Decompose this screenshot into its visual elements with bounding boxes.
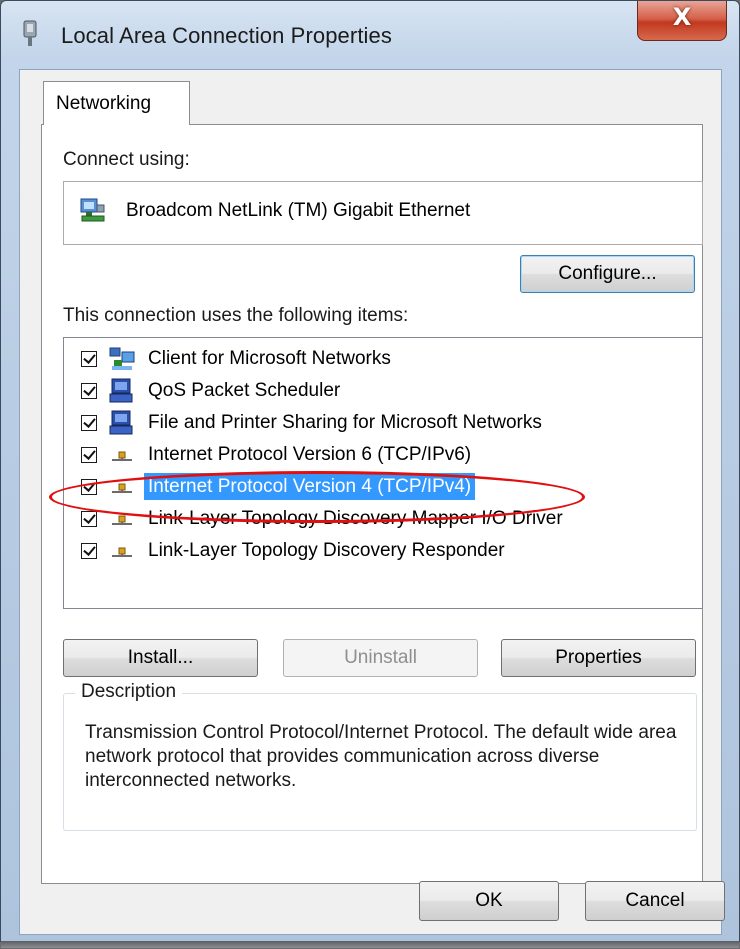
item-label: Link-Layer Topology Discovery Responder [148,540,505,561]
item-checkbox[interactable] [81,383,97,399]
items-label: This connection uses the following items… [63,305,409,326]
item-label: File and Printer Sharing for Microsoft N… [148,412,542,433]
tab-networking[interactable]: Networking [43,81,190,125]
list-item[interactable]: Internet Protocol Version 6 (TCP/IPv6) [64,440,684,472]
item-label: Client for Microsoft Networks [148,348,391,369]
ok-button[interactable]: OK [419,881,559,921]
list-item[interactable]: QoS Packet Scheduler [64,376,684,408]
adapter-name: Broadcom NetLink (TM) Gigabit Ethernet [126,200,471,221]
network-client-icon [109,347,135,370]
uninstall-button[interactable]: Uninstall [283,639,478,677]
item-label: Link-Layer Topology Discovery Mapper I/O… [148,508,563,529]
cancel-button-label: Cancel [625,890,685,911]
list-item[interactable]: Client for Microsoft Networks [64,344,684,376]
close-button[interactable]: X [637,1,727,41]
ok-button-label: OK [475,890,503,911]
close-icon: X [672,3,692,31]
install-button-label: Install... [127,647,194,668]
configure-button[interactable]: Configure... [520,255,695,293]
configure-button-label: Configure... [558,263,657,284]
connect-using-label: Connect using: [63,149,190,170]
properties-button[interactable]: Properties [501,639,696,677]
install-button[interactable]: Install... [63,639,258,677]
network-adapter-icon [23,20,37,46]
title-bar[interactable]: Local Area Connection Properties [1,1,739,69]
tab-label: Networking [56,93,152,114]
item-label: Internet Protocol Version 4 (TCP/IPv4) [144,473,476,500]
item-label: QoS Packet Scheduler [148,380,341,401]
description-text: Transmission Control Protocol/Internet P… [85,722,677,791]
item-checkbox[interactable] [81,447,97,463]
protocol-icon [112,483,132,493]
network-adapter-icon [80,198,105,222]
computer-service-icon [109,378,133,403]
item-checkbox[interactable] [81,415,97,431]
item-checkbox[interactable] [81,351,97,367]
properties-button-label: Properties [555,647,642,668]
cancel-button[interactable]: Cancel [585,881,725,921]
item-checkbox[interactable] [81,511,97,527]
computer-service-icon [109,410,133,435]
protocol-icon [112,451,132,461]
list-item[interactable]: Link-Layer Topology Discovery Mapper I/O… [64,504,684,536]
window-title: Local Area Connection Properties [61,23,392,48]
uninstall-button-label: Uninstall [344,647,417,668]
list-item-selected[interactable]: Internet Protocol Version 4 (TCP/IPv4) [64,472,684,504]
item-checkbox[interactable] [81,479,97,495]
list-item[interactable]: Link-Layer Topology Discovery Responder [64,536,684,568]
list-item[interactable]: File and Printer Sharing for Microsoft N… [64,408,684,440]
item-label: Internet Protocol Version 6 (TCP/IPv6) [148,444,472,465]
item-checkbox[interactable] [81,543,97,559]
adapter-box[interactable]: Broadcom NetLink (TM) Gigabit Ethernet [63,181,703,245]
items-list[interactable]: Client for Microsoft Networks QoS Packet… [63,337,703,609]
protocol-icon [112,547,132,557]
dialog-window: Local Area Connection Properties X Netwo… [0,0,740,948]
protocol-icon [112,515,132,525]
description-title: Description [75,681,183,703]
